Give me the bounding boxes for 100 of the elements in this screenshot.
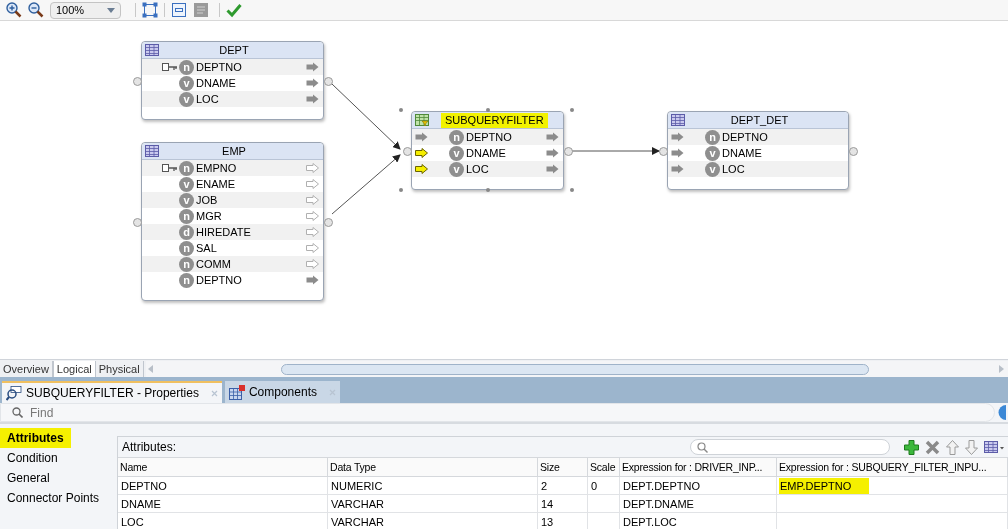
attribute-name: ENAME xyxy=(196,177,236,191)
zoom-in-icon[interactable] xyxy=(6,2,22,18)
zoom-dropdown[interactable]: 100% xyxy=(50,1,121,19)
connector-port[interactable] xyxy=(849,147,858,156)
section-tab[interactable]: Connector Points xyxy=(0,488,107,508)
table-icon xyxy=(671,114,685,126)
node-card[interactable]: SUBQUERYFILTER n DEPTNO v DNAME v LOC xyxy=(411,111,564,190)
table-cell-text: 13 xyxy=(540,514,555,529)
search-icon xyxy=(697,441,708,453)
node-card[interactable]: DEPT_DET n DEPTNO v DNAME v LOC xyxy=(667,111,849,190)
type-badge: n xyxy=(179,256,194,272)
view-tab[interactable]: Logical xyxy=(52,361,96,377)
attribute-name: COMM xyxy=(196,257,231,271)
document-icon[interactable] xyxy=(193,2,209,18)
search-field[interactable] xyxy=(690,439,890,455)
checkmark-icon[interactable] xyxy=(226,2,242,18)
attribute-name: LOC xyxy=(722,162,745,176)
selection-handle[interactable] xyxy=(570,188,574,192)
table-cell-text: DEPT.LOC xyxy=(622,514,678,529)
column-header[interactable]: Expression for : SUBQUERY_FILTER_INPU... xyxy=(777,458,1008,476)
table-cell-text: DEPTNO xyxy=(120,478,168,494)
view-tab[interactable]: Overview xyxy=(0,361,53,377)
connector-port[interactable] xyxy=(324,218,333,227)
section-tab[interactable]: Attributes xyxy=(0,428,71,448)
table-cell-text: NUMERIC xyxy=(330,478,384,494)
column-header[interactable]: Size xyxy=(538,458,588,476)
panel-tab[interactable]: SUBQUERYFILTER - Properties xyxy=(2,381,222,403)
type-badge: v xyxy=(705,161,720,177)
properties-icon xyxy=(6,385,22,401)
attribute-name: LOC xyxy=(196,92,219,106)
connector-port[interactable] xyxy=(564,147,573,156)
find-field[interactable]: Find xyxy=(0,403,995,422)
column-header[interactable]: Expression for : DRIVER_INP... xyxy=(620,458,777,476)
add-icon[interactable] xyxy=(904,439,919,455)
zoom-out-icon[interactable] xyxy=(28,2,44,18)
columns-icon[interactable] xyxy=(984,440,1004,454)
connector-port[interactable] xyxy=(133,218,142,227)
table-cell-text: 14 xyxy=(540,496,555,512)
type-badge: v xyxy=(705,145,720,161)
connector-port[interactable] xyxy=(659,147,668,156)
connector-port[interactable] xyxy=(133,77,142,86)
selection-handle[interactable] xyxy=(485,188,490,192)
column-header[interactable]: Name xyxy=(118,458,328,476)
table-cell-text: 0 xyxy=(590,478,599,494)
caret-icon xyxy=(107,7,115,13)
section-label: Attributes: xyxy=(122,439,177,456)
attribute-name: DNAME xyxy=(196,76,236,90)
type-badge: n xyxy=(179,240,194,256)
attribute-name: HIREDATE xyxy=(196,225,251,239)
attribute-name: DNAME xyxy=(466,146,506,160)
connector-port[interactable] xyxy=(324,77,333,86)
panel-tab[interactable]: Components xyxy=(224,381,340,403)
scroll-right-icon[interactable] xyxy=(999,365,1004,373)
section-tab[interactable]: General xyxy=(0,468,57,488)
node-card[interactable]: DEPT n DEPTNO v DNAME v LOC xyxy=(141,41,324,120)
node-title: SUBQUERYFILTER xyxy=(441,112,548,128)
type-badge: n xyxy=(179,272,194,288)
attribute-name: DNAME xyxy=(722,146,762,160)
attribute-name: MGR xyxy=(196,209,222,223)
selection-handle[interactable] xyxy=(570,108,574,112)
type-badge: v xyxy=(179,176,194,192)
close-icon[interactable] xyxy=(210,389,218,397)
connector-port[interactable] xyxy=(403,147,412,156)
type-badge: n xyxy=(179,59,194,75)
attribute-name: DEPTNO xyxy=(722,130,768,144)
table-cell-text: VARCHAR xyxy=(330,496,385,512)
type-badge: v xyxy=(179,75,194,91)
column-header[interactable]: Scale xyxy=(588,458,620,476)
type-badge: n xyxy=(449,129,464,145)
move-down-icon[interactable] xyxy=(965,439,978,455)
type-badge: v xyxy=(179,91,194,107)
type-badge: n xyxy=(179,208,194,224)
scrollbar-thumb[interactable] xyxy=(280,363,869,375)
filter-icon xyxy=(415,114,429,126)
type-badge: v xyxy=(449,161,464,177)
panel-icon[interactable] xyxy=(171,2,187,18)
table-icon xyxy=(145,145,159,157)
table-icon xyxy=(145,44,159,56)
type-badge: d xyxy=(179,224,194,240)
help-icon[interactable] xyxy=(995,405,1006,420)
components-icon xyxy=(228,384,245,400)
type-badge: v xyxy=(449,145,464,161)
attribute-name: EMPNO xyxy=(196,161,237,175)
move-up-icon[interactable] xyxy=(946,439,959,455)
section-tab[interactable]: Condition xyxy=(0,448,65,468)
table-cell-text: DNAME xyxy=(120,496,162,512)
type-badge: v xyxy=(179,192,194,208)
scroll-left-icon[interactable] xyxy=(147,365,153,373)
type-badge: n xyxy=(179,160,194,176)
delete-icon[interactable] xyxy=(925,439,940,455)
node-card[interactable]: EMP n EMPNO v ENAME v JOB n MGR d HIREDATE n SAL n COMM n DEPTNO xyxy=(141,142,324,301)
table-cell: EMP.DEPTNO xyxy=(779,477,870,494)
fit-to-window-icon[interactable] xyxy=(142,2,158,18)
attribute-name: JOB xyxy=(196,193,218,207)
selection-handle[interactable] xyxy=(485,108,490,112)
column-header[interactable]: Data Type xyxy=(328,458,538,476)
selection-handle[interactable] xyxy=(399,188,403,192)
table-cell-text: 2 xyxy=(540,478,549,494)
selection-handle[interactable] xyxy=(399,108,403,112)
search-icon xyxy=(12,407,23,418)
